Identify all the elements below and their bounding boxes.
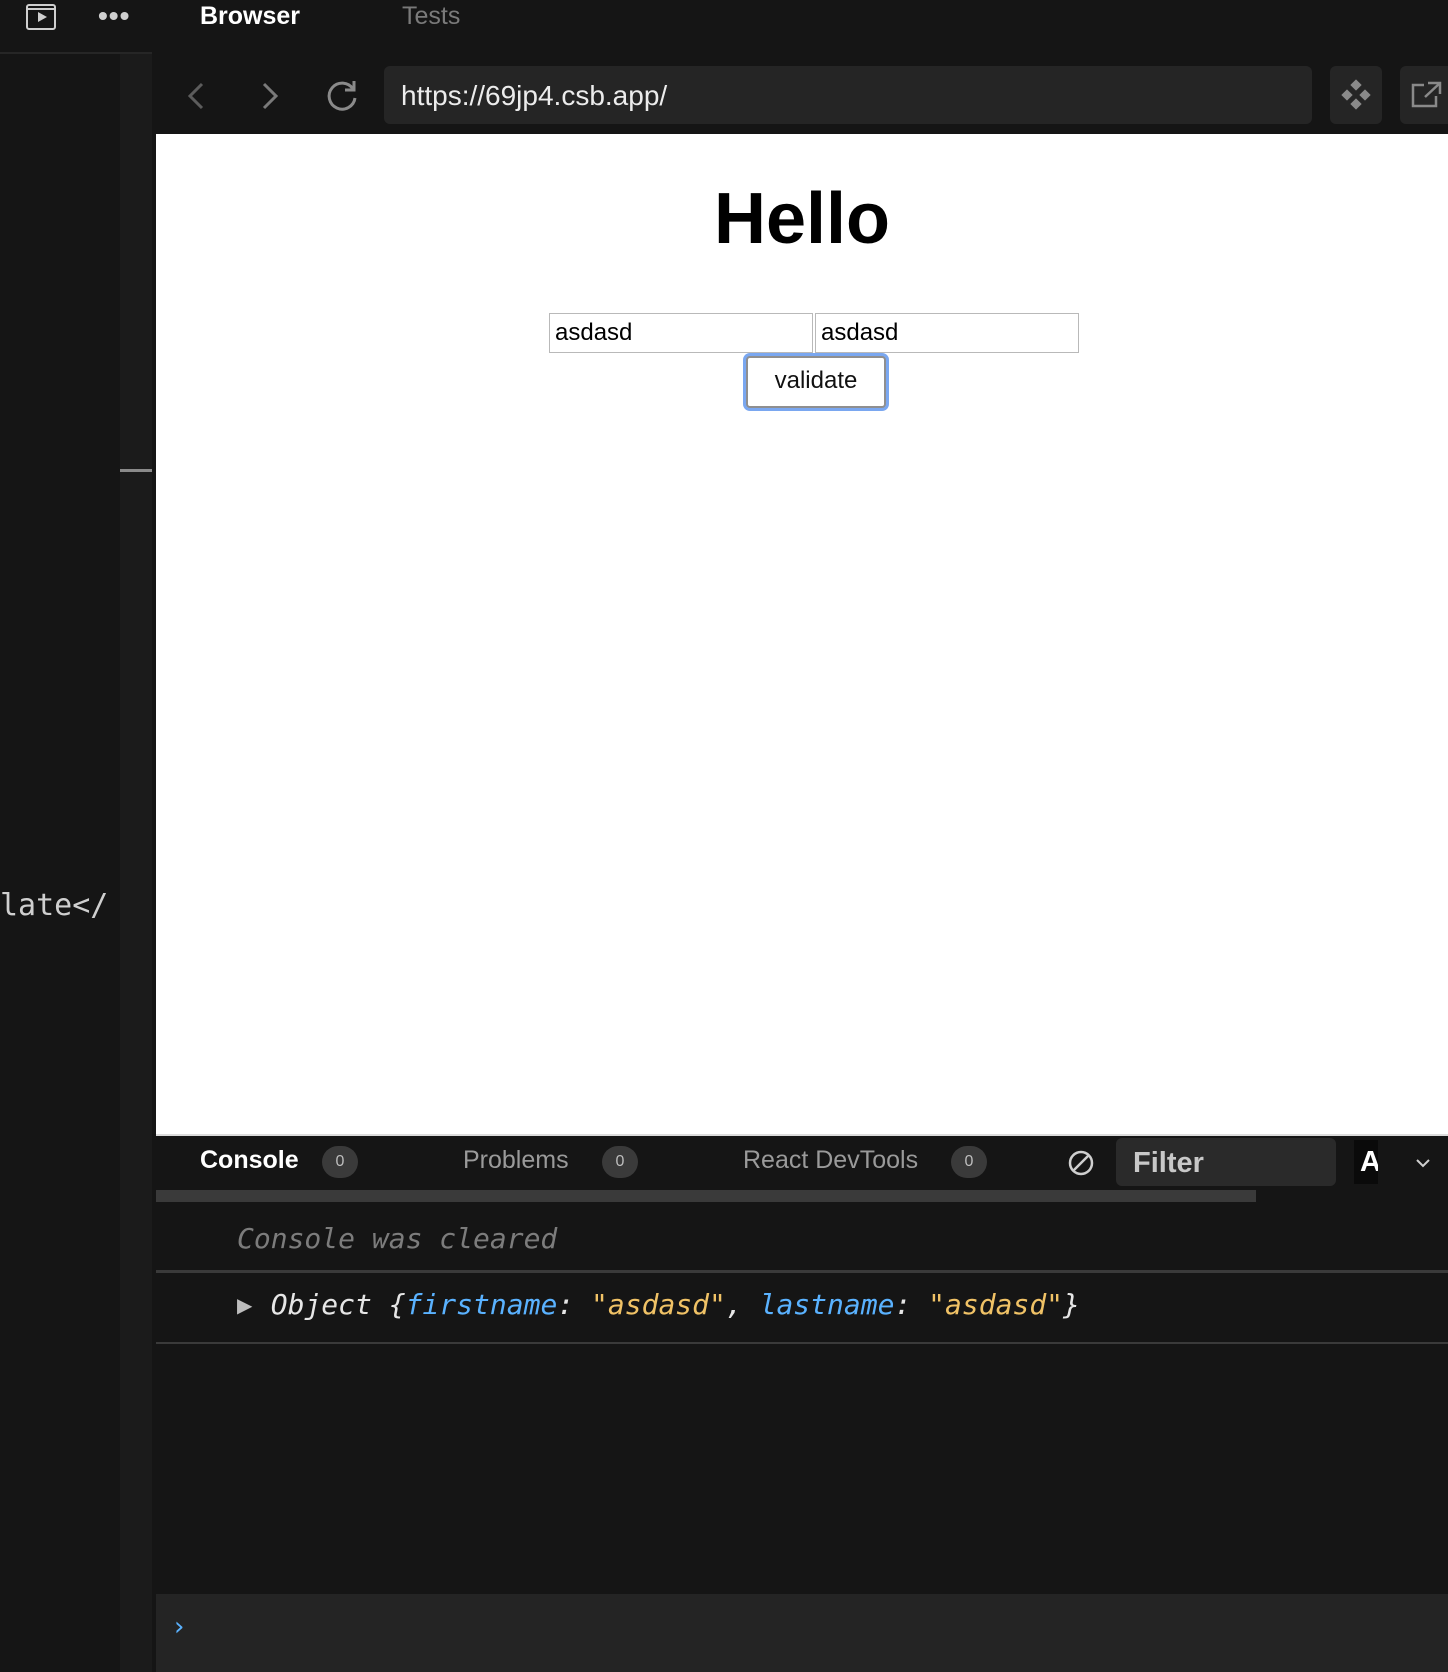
tab-react-devtools[interactable]: React DevTools xyxy=(743,1146,918,1175)
chevron-right-icon xyxy=(262,82,279,110)
log-object-suffix: } xyxy=(1063,1288,1080,1321)
horizontal-scrollbar[interactable] xyxy=(156,1190,1256,1202)
divider xyxy=(0,52,152,54)
tab-tests[interactable]: Tests xyxy=(402,2,460,31)
prompt-chevron-icon: › xyxy=(174,1612,185,1642)
lastname-input[interactable] xyxy=(815,313,1079,353)
code-editor-area[interactable] xyxy=(0,54,120,1672)
divider xyxy=(156,1342,1448,1344)
react-devtools-count-badge: 0 xyxy=(951,1146,987,1178)
console-input[interactable]: › xyxy=(156,1594,1448,1672)
devtools-icon xyxy=(1341,79,1371,110)
log-value: "asdasd" xyxy=(928,1288,1064,1321)
clear-icon xyxy=(1068,1150,1094,1176)
tab-problems[interactable]: Problems xyxy=(463,1146,569,1175)
external-link-icon xyxy=(1411,81,1442,108)
url-bar[interactable]: https://69jp4.csb.app/ xyxy=(384,66,1312,124)
log-key: lastname xyxy=(759,1288,895,1321)
resize-handle[interactable] xyxy=(120,469,152,472)
console-count-badge: 0 xyxy=(322,1146,358,1178)
chevron-down-icon[interactable] xyxy=(1414,1156,1432,1174)
log-object-prefix: Object { xyxy=(270,1288,406,1321)
console-filter-input[interactable]: Filter xyxy=(1116,1138,1336,1186)
reload-button[interactable] xyxy=(322,76,362,116)
more-options-icon[interactable]: ••• xyxy=(98,0,130,32)
divider xyxy=(156,1134,1448,1136)
page-title: Hello xyxy=(713,179,891,259)
browser-preview: Hello validate xyxy=(156,134,1448,1134)
problems-count-badge: 0 xyxy=(602,1146,638,1178)
divider xyxy=(156,1270,1448,1273)
clear-console-button[interactable] xyxy=(1066,1148,1096,1183)
console-log-entry[interactable]: Object {firstname: "asdasd", lastname: "… xyxy=(237,1288,1080,1321)
chevron-left-icon xyxy=(187,82,204,110)
panel-toggle-icon[interactable] xyxy=(26,4,56,30)
devtools-button[interactable] xyxy=(1330,66,1382,124)
back-button[interactable] xyxy=(178,76,218,116)
firstname-input[interactable] xyxy=(549,313,813,353)
reload-icon xyxy=(327,81,357,111)
forward-button[interactable] xyxy=(248,76,288,116)
tab-console[interactable]: Console xyxy=(200,1146,299,1175)
tab-browser[interactable]: Browser xyxy=(200,2,300,31)
open-in-new-window-button[interactable] xyxy=(1400,66,1448,124)
editor-gutter xyxy=(120,54,152,1672)
log-key: firstname xyxy=(405,1288,558,1321)
validate-button[interactable]: validate xyxy=(746,356,886,408)
code-line: late</ xyxy=(0,888,109,923)
log-level-select[interactable]: A xyxy=(1354,1140,1378,1184)
log-value: "asdasd" xyxy=(591,1288,726,1321)
console-cleared-message: Console was cleared xyxy=(237,1222,558,1255)
